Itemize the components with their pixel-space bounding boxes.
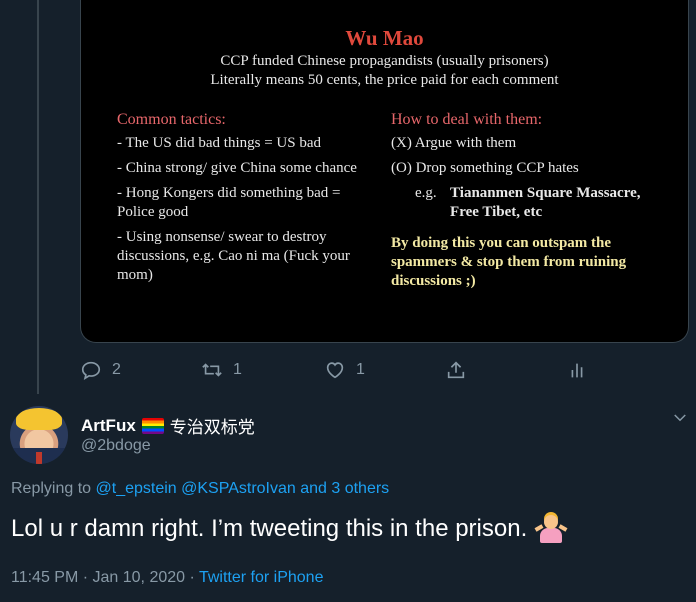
tactic-item: - Using nonsense/ swear to destroy discu… [117,229,350,283]
attached-image-card[interactable]: Wu Mao CCP funded Chinese propagandists … [80,0,689,343]
like-count: 1 [356,361,365,378]
share-icon [447,361,465,379]
rainbow-flag-icon [141,417,164,434]
how-to-deal-heading: How to deal with them: [391,111,543,128]
display-name-suffix: 专治双标党 [169,418,255,437]
example-row: e.g. Tiananmen Square Massacre, Free Tib… [391,184,659,222]
deal-conclusion: By doing this you can outspam the spamme… [391,235,627,289]
tactic-item: - Hong Kongers did something bad = Polic… [117,185,341,220]
person-shrugging-icon [534,513,568,545]
common-tactics-column: Common tactics: - The US did bad things … [117,110,379,291]
slide-title: Wu Mao [345,26,424,50]
like-button[interactable]: 1 [324,359,365,381]
slide-subtitle-1: CCP funded Chinese propagandists (usuall… [220,53,549,69]
avatar[interactable] [10,406,68,464]
deal-item: (O) Drop something CCP hates [391,160,579,176]
display-name[interactable]: ArtFux [81,416,136,436]
deal-item: (X) Argue with them [391,135,517,151]
reply-tweet: ArtFux 专治双标党 @2bdoge Replying to @t_epst… [0,394,696,602]
tweet-source-link[interactable]: Twitter for iPhone [199,569,324,586]
reply-button[interactable]: 2 [80,359,121,381]
tweet-body: Lol u r damn right. I’m tweeting this in… [11,515,528,542]
common-tactics-heading: Common tactics: [117,111,226,128]
thread-line [37,0,39,394]
example-text: Tiananmen Square Massacre, Free Tibet, e… [450,185,641,220]
author-name-line[interactable]: ArtFux 专治双标党 [81,413,255,438]
tweet-meta: 11:45 PM · Jan 10, 2020 · Twitter for iP… [11,569,323,587]
share-button[interactable] [445,359,467,381]
analytics-icon [571,363,583,378]
example-label: e.g. [415,185,437,201]
tweet-text: Lol u r damn right. I’m tweeting this in… [11,513,568,545]
reply-icon [81,361,101,380]
tactic-item: - The US did bad things = US bad [117,135,322,151]
chevron-down-icon[interactable] [671,409,689,427]
replying-to-users-link[interactable]: @t_epstein @KSPAstroIvan and 3 others [96,480,390,497]
like-icon [326,362,344,379]
retweet-icon [202,363,222,377]
analytics-button[interactable] [566,359,588,381]
user-handle[interactable]: @2bdoge [81,437,151,455]
tactic-item: - China strong/ give China some chance [117,160,357,176]
slide-subtitle-2: Literally means 50 cents, the price paid… [210,72,559,88]
retweet-count: 1 [233,361,242,378]
retweet-button[interactable]: 1 [201,359,242,381]
reply-count: 2 [112,361,121,378]
replying-to-line: Replying to @t_epstein @KSPAstroIvan and… [11,480,389,498]
tweet-timestamp[interactable]: 11:45 PM · Jan 10, 2020 · [11,569,195,586]
replying-to-prefix: Replying to [11,480,92,497]
how-to-deal-column: How to deal with them: (X) Argue with th… [391,110,659,297]
